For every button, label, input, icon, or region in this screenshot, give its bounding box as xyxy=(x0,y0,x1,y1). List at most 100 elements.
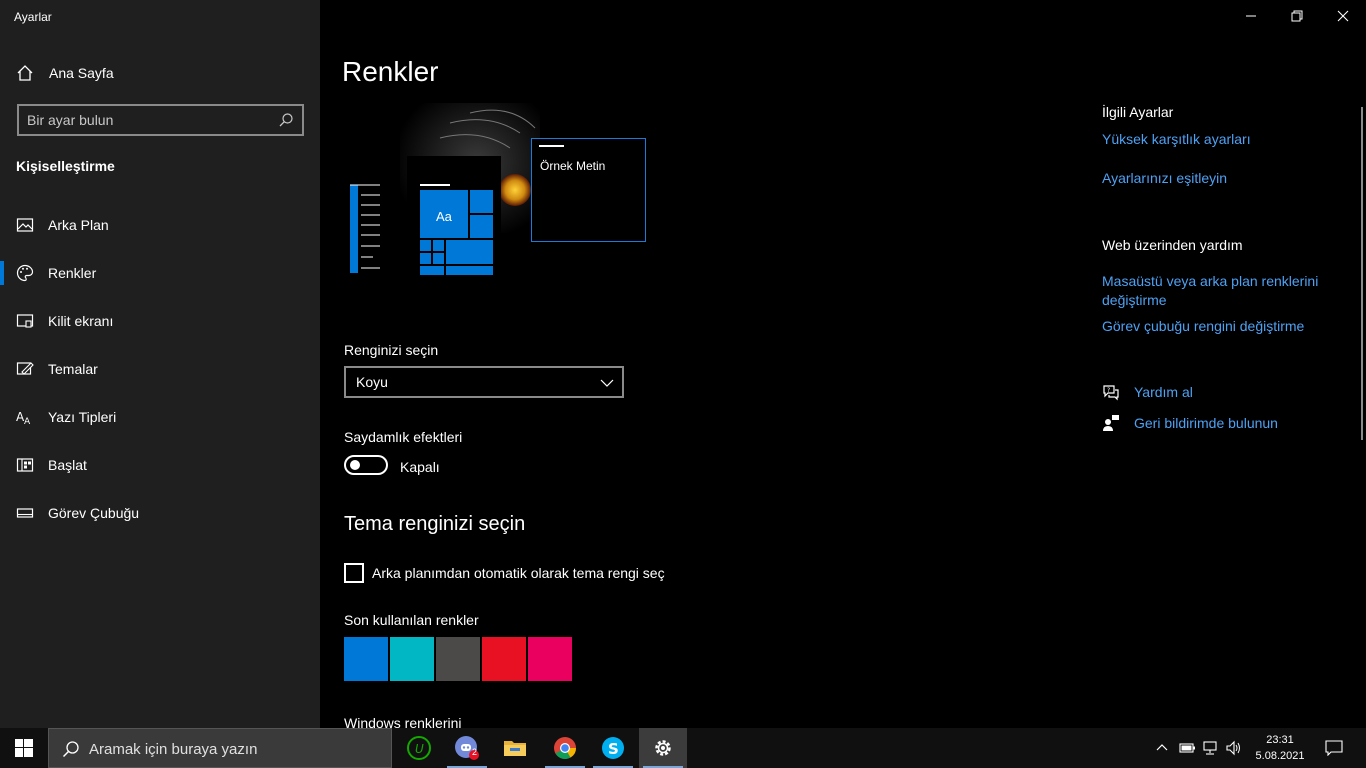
page-title: Renkler xyxy=(342,56,439,87)
sidebar-nav: Arka Plan Renkler Kilit ekranı Temalar A… xyxy=(0,201,320,537)
preview-sample-text: Örnek Metin xyxy=(540,159,606,173)
close-button[interactable] xyxy=(1320,0,1366,32)
get-help-label: Yardım al xyxy=(1134,384,1193,400)
restore-icon xyxy=(1291,10,1303,22)
help-chat-icon: ? xyxy=(1102,383,1120,401)
transparency-label: Saydamlık efektleri xyxy=(344,429,463,445)
taskbar-clock[interactable]: 23:31 5.08.2021 xyxy=(1250,732,1310,764)
search-icon[interactable] xyxy=(278,112,294,128)
taskbar-app-settings[interactable] xyxy=(639,728,687,768)
start-button[interactable] xyxy=(0,728,48,768)
recent-colors-label: Son kullanılan renkler xyxy=(344,612,479,628)
color-swatch[interactable] xyxy=(528,637,572,681)
network-icon xyxy=(1203,741,1217,755)
change-taskbar-color-link[interactable]: Görev çubuğu rengini değiştirme xyxy=(1102,318,1304,334)
recent-colors xyxy=(344,637,572,681)
notification-badge: 2 xyxy=(472,747,478,757)
toggle-knob xyxy=(350,460,360,470)
folder-icon xyxy=(504,741,526,756)
font-icon: AA xyxy=(16,408,34,427)
svg-text:?: ? xyxy=(1107,387,1110,394)
chevron-up-icon xyxy=(1156,744,1168,751)
feedback-icon xyxy=(1102,414,1120,432)
change-background-colors-link[interactable]: Masaüstü veya arka plan renklerini değiş… xyxy=(1102,272,1342,310)
taskbar: U 2 S 23:31 5.08.2021 xyxy=(0,728,1366,768)
svg-text:S: S xyxy=(608,740,619,758)
restore-button[interactable] xyxy=(1274,0,1320,32)
sidebar-item-themes[interactable]: Temalar xyxy=(0,345,320,393)
image-icon xyxy=(16,216,34,234)
settings-search-input[interactable] xyxy=(27,111,277,129)
sidebar-item-start[interactable]: Başlat xyxy=(0,441,320,489)
action-center-button[interactable] xyxy=(1323,738,1345,758)
network-button[interactable] xyxy=(1201,738,1221,758)
sidebar-item-taskbar[interactable]: Görev Çubuğu xyxy=(0,489,320,537)
color-choice-label: Renginizi seçin xyxy=(344,342,439,358)
sidebar-item-colors[interactable]: Renkler xyxy=(0,249,320,297)
taskbar-icon xyxy=(16,504,34,522)
taskbar-app-discord[interactable]: 2 xyxy=(443,728,491,768)
give-feedback-label: Geri bildirimde bulunun xyxy=(1134,415,1278,431)
window-title: Ayarlar xyxy=(14,10,52,24)
speaker-icon xyxy=(1226,740,1240,756)
sync-settings-link[interactable]: Ayarlarınızı eşitleyin xyxy=(1102,170,1227,186)
auto-accent-label: Arka planımdan otomatik olarak tema reng… xyxy=(372,565,665,581)
accent-title: Tema renginizi seçin xyxy=(344,513,526,535)
theme-icon xyxy=(16,360,34,378)
chevron-down-icon xyxy=(600,376,614,390)
clock-date: 5.08.2021 xyxy=(1255,750,1305,762)
sidebar-item-label: Yazı Tipleri xyxy=(48,409,117,425)
taskbar-app-file-explorer[interactable] xyxy=(491,728,539,768)
battery-button[interactable] xyxy=(1177,738,1197,758)
volume-button[interactable] xyxy=(1224,738,1244,758)
minimize-icon xyxy=(1246,15,1256,17)
transparency-toggle[interactable] xyxy=(344,455,388,475)
sidebar-item-background[interactable]: Arka Plan xyxy=(0,201,320,249)
taskbar-app-chrome[interactable] xyxy=(541,728,589,768)
color-swatch[interactable] xyxy=(390,637,434,681)
sidebar-item-lock-screen[interactable]: Kilit ekranı xyxy=(0,297,320,345)
taskbar-app-upwork[interactable]: U xyxy=(395,728,443,768)
auto-accent-checkbox[interactable] xyxy=(344,563,364,583)
tray-overflow-button[interactable] xyxy=(1152,738,1172,758)
preview-tile-text: Aa xyxy=(436,209,452,224)
notification-icon xyxy=(1325,740,1343,756)
high-contrast-link[interactable]: Yüksek karşıtlık ayarları xyxy=(1102,131,1251,147)
sidebar-item-label: Görev Çubuğu xyxy=(48,505,140,521)
minimize-button[interactable] xyxy=(1228,0,1274,32)
close-icon xyxy=(1337,10,1349,22)
taskbar-app-skype[interactable]: S xyxy=(589,728,637,768)
get-help-link[interactable]: ? Yardım al xyxy=(1102,382,1302,402)
sidebar-item-label: Kilit ekranı xyxy=(48,313,114,329)
lock-screen-icon xyxy=(16,312,34,330)
home-label: Ana Sayfa xyxy=(49,65,114,81)
home-nav-item[interactable]: Ana Sayfa xyxy=(0,58,320,88)
section-title: Kişiselleştirme xyxy=(16,158,115,174)
home-icon xyxy=(16,64,34,82)
sidebar-item-label: Temalar xyxy=(48,361,98,377)
taskbar-search-box[interactable] xyxy=(48,728,392,768)
color-swatch[interactable] xyxy=(344,637,388,681)
color-swatch[interactable] xyxy=(482,637,526,681)
skype-icon: S xyxy=(602,737,624,759)
scrollbar[interactable] xyxy=(1361,107,1363,440)
related-settings-heading: İlgili Ayarlar xyxy=(1102,104,1174,120)
chrome-icon xyxy=(554,737,576,759)
give-feedback-link[interactable]: Geri bildirimde bulunun xyxy=(1102,413,1302,433)
sidebar-item-fonts[interactable]: AA Yazı Tipleri xyxy=(0,393,320,441)
search-icon xyxy=(62,740,80,758)
battery-icon xyxy=(1179,743,1195,753)
sidebar-item-label: Renkler xyxy=(48,265,97,281)
start-icon xyxy=(16,456,34,474)
settings-search-box[interactable] xyxy=(17,104,304,136)
color-swatch[interactable] xyxy=(436,637,480,681)
sidebar-item-label: Arka Plan xyxy=(48,217,109,233)
sidebar: Ayarlar Ana Sayfa Kişiselleştirme Arka P… xyxy=(0,0,320,728)
color-mode-value: Koyu xyxy=(356,374,388,390)
color-mode-dropdown[interactable]: Koyu xyxy=(344,366,624,398)
taskbar-search-input[interactable] xyxy=(89,739,379,759)
palette-icon xyxy=(16,264,34,282)
sidebar-item-label: Başlat xyxy=(48,457,87,473)
clock-time: 23:31 xyxy=(1266,734,1294,746)
theme-preview-graphic xyxy=(348,103,646,276)
